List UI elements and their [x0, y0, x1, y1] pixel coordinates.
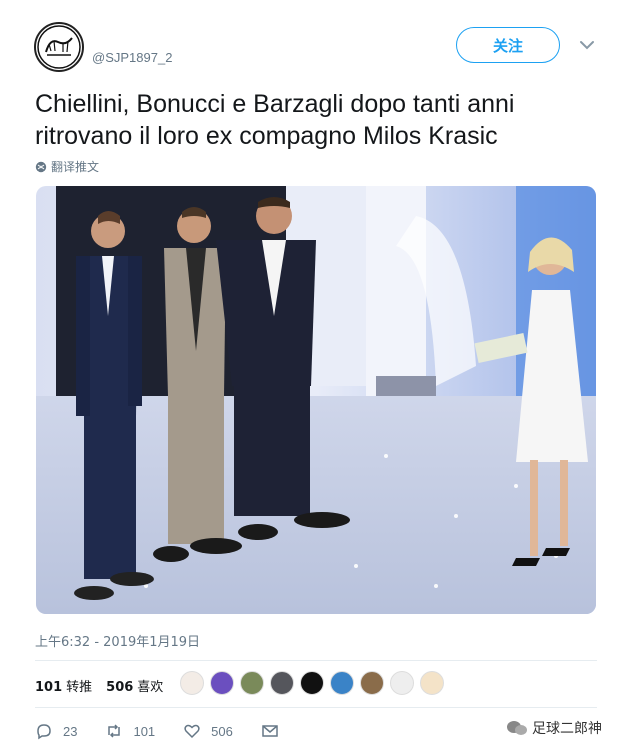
liker-avatar[interactable] — [420, 671, 444, 695]
tweet-stats: 101 转推 506 喜欢 — [35, 676, 163, 695]
watermark-text: 足球二郎神 — [532, 721, 602, 737]
tweet-timestamp[interactable]: 上午6:32 - 2019年1月19日 — [35, 631, 200, 650]
liker-avatar[interactable] — [270, 671, 294, 695]
follow-button[interactable]: 关注 — [456, 27, 560, 63]
likes-stat-count: 506 — [106, 680, 134, 695]
team-logo-icon — [37, 25, 81, 69]
retweet-count: 101 — [133, 723, 156, 739]
globe-icon — [35, 161, 47, 172]
liker-avatar[interactable] — [180, 671, 204, 695]
retweets-stat[interactable]: 101 转推 — [35, 676, 92, 695]
avatar[interactable] — [34, 22, 84, 72]
liker-avatar[interactable] — [210, 671, 234, 695]
tweet-header: @SJP1897_2 关注 — [0, 0, 623, 80]
like-action[interactable]: 506 — [183, 722, 233, 740]
like-count: 506 — [211, 723, 233, 739]
tweet-photo[interactable] — [36, 186, 596, 614]
heart-icon — [184, 724, 200, 739]
liker-avatar[interactable] — [330, 671, 354, 695]
user-handle[interactable]: @SJP1897_2 — [92, 50, 172, 65]
liker-avatar[interactable] — [390, 671, 414, 695]
retweets-stat-label: 转推 — [66, 680, 93, 695]
liker-avatar[interactable] — [240, 671, 264, 695]
wechat-icon — [507, 721, 527, 735]
liker-avatar[interactable] — [360, 671, 384, 695]
divider — [35, 660, 597, 661]
tv-studio-photo-icon — [36, 186, 596, 614]
likes-stat[interactable]: 506 喜欢 — [106, 676, 163, 695]
tweet-text: Chiellini, Bonucci e Barzagli dopo tanti… — [35, 88, 605, 152]
reply-count: 23 — [63, 723, 78, 739]
retweet-icon — [108, 724, 121, 738]
tweet-actions: 23 101 506 — [35, 722, 307, 740]
reply-icon — [37, 724, 51, 740]
tweet-text-line-2: ritrovano il loro ex compagno Milos Kras… — [35, 122, 498, 150]
retweets-stat-count: 101 — [35, 680, 63, 695]
reply-action[interactable]: 23 — [35, 722, 77, 740]
translate-tweet-link[interactable]: 翻译推文 — [35, 158, 99, 175]
retweet-action[interactable]: 101 — [105, 722, 155, 740]
chevron-down-icon[interactable] — [578, 38, 596, 52]
envelope-icon — [262, 725, 278, 737]
likes-stat-label: 喜欢 — [137, 680, 164, 695]
liker-avatars — [180, 671, 444, 695]
message-action[interactable] — [261, 722, 279, 740]
tweet-text-line-1: Chiellini, Bonucci e Barzagli dopo tanti… — [35, 90, 515, 118]
translate-label: 翻译推文 — [51, 160, 100, 174]
divider — [35, 707, 597, 708]
watermark: 足球二郎神 — [506, 718, 602, 738]
liker-avatar[interactable] — [300, 671, 324, 695]
